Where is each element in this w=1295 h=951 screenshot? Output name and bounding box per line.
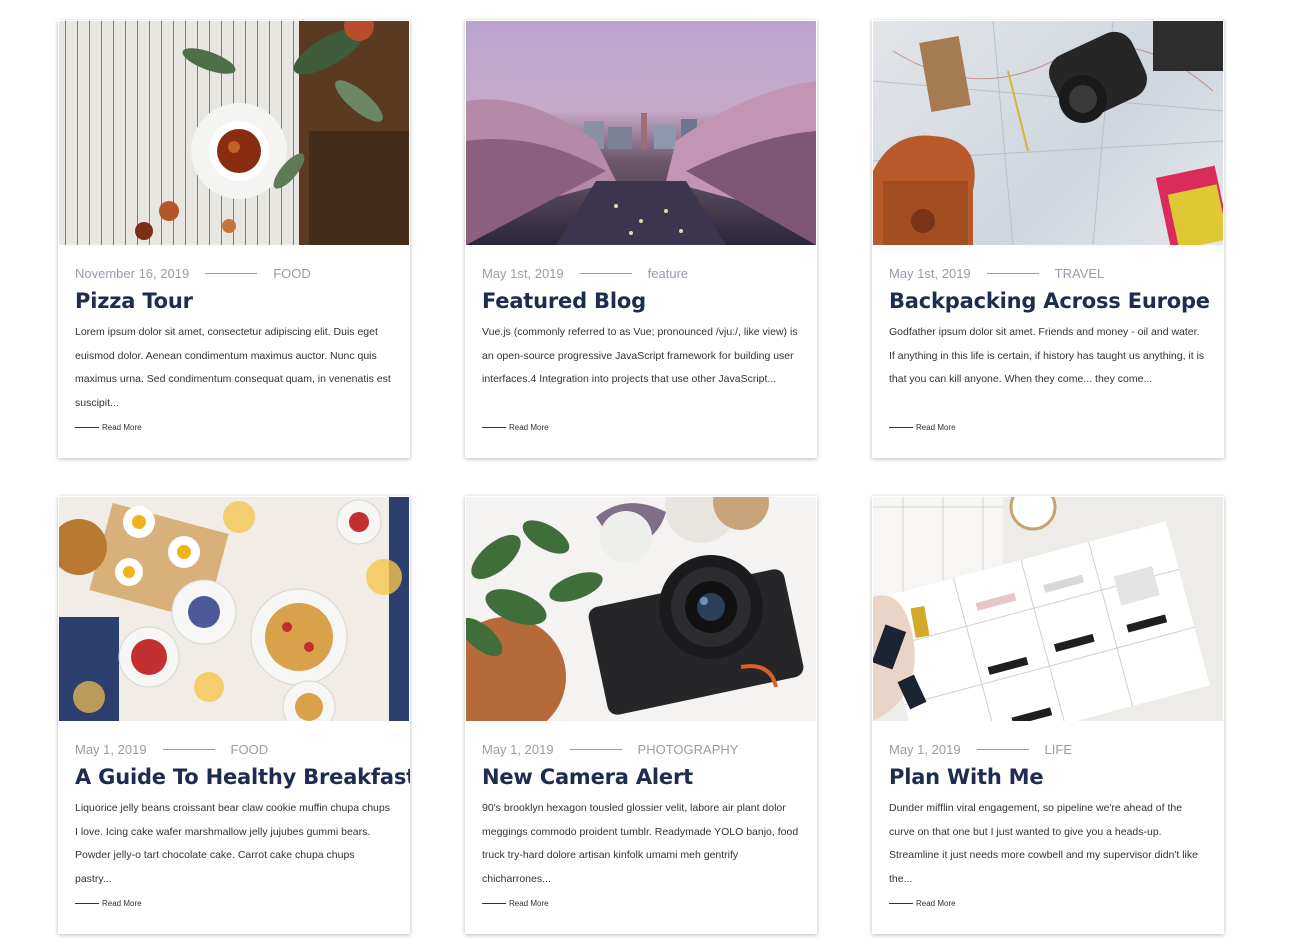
post-thumbnail[interactable]: [873, 497, 1223, 721]
post-date: May 1, 2019: [889, 741, 961, 757]
post-category[interactable]: FOOD: [231, 742, 269, 757]
read-more-label[interactable]: Read More: [102, 423, 142, 432]
read-more-label[interactable]: Read More: [509, 899, 549, 908]
read-more-line: [889, 427, 913, 428]
read-more-line: [482, 903, 506, 904]
post-excerpt: 90's brooklyn hexagon tousled glossier v…: [482, 802, 799, 885]
post-meta: November 16, 2019 FOOD: [75, 263, 393, 283]
blog-card[interactable]: November 16, 2019 FOOD Pizza Tour Lorem …: [58, 20, 410, 458]
post-title[interactable]: Backpacking Across Europe: [889, 289, 1210, 313]
meta-divider: [579, 272, 632, 274]
blog-card[interactable]: May 1st, 2019 feature Featured Blog Vue.…: [465, 20, 817, 458]
read-more-line: [482, 427, 506, 428]
post-title[interactable]: Plan With Me: [889, 765, 1207, 789]
post-thumbnail[interactable]: [466, 21, 816, 245]
blog-card[interactable]: May 1, 2019 LIFE Plan With Me Dunder mif…: [872, 496, 1224, 934]
blog-card[interactable]: May 1, 2019 PHOTOGRAPHY New Camera Alert…: [465, 496, 817, 934]
post-thumbnail[interactable]: [466, 497, 816, 721]
post-title[interactable]: A Guide To Healthy Breakfast: [75, 765, 410, 789]
meta-divider: [162, 748, 215, 750]
read-more-label[interactable]: Read More: [916, 423, 956, 432]
read-more-line: [75, 427, 99, 428]
post-title[interactable]: Featured Blog: [482, 289, 800, 313]
post-thumbnail[interactable]: [873, 21, 1223, 245]
post-excerpt: Liquorice jelly beans croissant bear cla…: [75, 802, 390, 885]
read-more-link[interactable]: Read More: [889, 899, 1207, 908]
meta-divider: [976, 748, 1029, 750]
meta-divider: [986, 272, 1039, 274]
read-more-link[interactable]: Read More: [75, 899, 393, 908]
post-thumbnail[interactable]: [59, 497, 409, 721]
post-title[interactable]: New Camera Alert: [482, 765, 800, 789]
post-date: November 16, 2019: [75, 265, 190, 281]
read-more-label[interactable]: Read More: [916, 899, 956, 908]
post-category[interactable]: TRAVEL: [1055, 266, 1105, 281]
post-date: May 1, 2019: [75, 741, 147, 757]
post-date: May 1st, 2019: [889, 265, 971, 281]
blog-card[interactable]: May 1, 2019 FOOD A Guide To Healthy Brea…: [58, 496, 410, 934]
post-date: May 1st, 2019: [482, 265, 564, 281]
post-category[interactable]: FOOD: [273, 266, 311, 281]
post-title[interactable]: Pizza Tour: [75, 289, 393, 313]
blog-card[interactable]: May 1st, 2019 TRAVEL Backpacking Across …: [872, 20, 1224, 458]
post-excerpt: Lorem ipsum dolor sit amet, consectetur …: [75, 326, 391, 409]
read-more-label[interactable]: Read More: [509, 423, 549, 432]
read-more-line: [75, 903, 99, 904]
post-category[interactable]: LIFE: [1045, 742, 1072, 757]
post-category[interactable]: PHOTOGRAPHY: [638, 742, 739, 757]
post-category[interactable]: feature: [648, 266, 688, 281]
post-excerpt: Vue.js (commonly referred to as Vue; pro…: [482, 326, 798, 385]
post-thumbnail[interactable]: [59, 21, 409, 245]
post-excerpt: Godfather ipsum dolor sit amet. Friends …: [889, 326, 1205, 385]
read-more-link[interactable]: Read More: [75, 423, 393, 432]
post-meta: May 1, 2019 LIFE: [889, 739, 1207, 759]
read-more-line: [889, 903, 913, 904]
read-more-link[interactable]: Read More: [889, 423, 1207, 432]
post-meta: May 1st, 2019 feature: [482, 263, 800, 283]
blog-post-grid: November 16, 2019 FOOD Pizza Tour Lorem …: [58, 20, 1224, 934]
post-meta: May 1, 2019 FOOD: [75, 739, 393, 759]
post-date: May 1, 2019: [482, 741, 554, 757]
read-more-link[interactable]: Read More: [482, 899, 800, 908]
post-meta: May 1, 2019 PHOTOGRAPHY: [482, 739, 800, 759]
read-more-label[interactable]: Read More: [102, 899, 142, 908]
read-more-link[interactable]: Read More: [482, 423, 800, 432]
meta-divider: [569, 748, 622, 750]
meta-divider: [205, 272, 258, 274]
post-excerpt: Dunder mifflin viral engagement, so pipe…: [889, 802, 1198, 885]
post-meta: May 1st, 2019 TRAVEL: [889, 263, 1207, 283]
